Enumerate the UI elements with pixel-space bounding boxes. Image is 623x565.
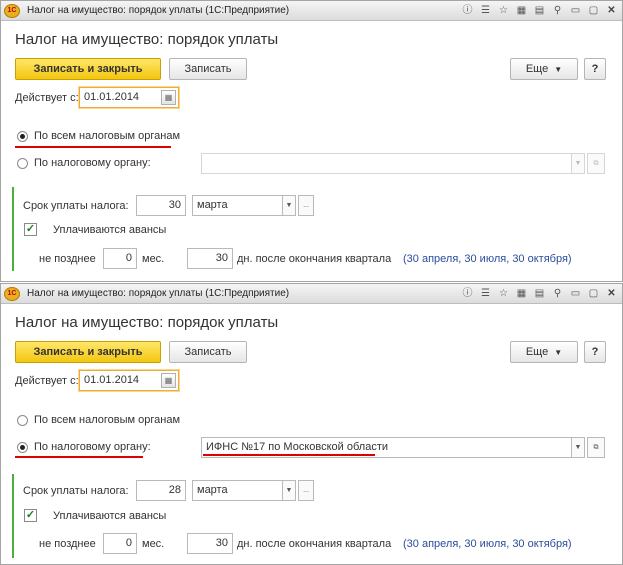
close-icon[interactable]: ✕ — [604, 3, 619, 18]
help-button[interactable]: ? — [584, 58, 606, 80]
radio-one-label: По налоговому органу: — [34, 157, 151, 169]
maximize-icon[interactable]: ▢ — [586, 286, 601, 301]
valid-from-label: Действует с: — [15, 92, 79, 104]
calendar-icon[interactable]: ▤ — [532, 3, 547, 18]
help-button[interactable]: ? — [584, 341, 606, 363]
group-bar — [12, 474, 14, 558]
group-bar — [12, 187, 14, 271]
more-button[interactable]: Еще ▼ — [510, 341, 578, 363]
open-icon[interactable]: ⧉ — [587, 153, 605, 174]
radio-all-label: По всем налоговым органам — [34, 414, 181, 426]
highlight-underline — [15, 146, 171, 148]
save-button[interactable]: Записать — [169, 341, 247, 363]
form-window-2: 1С Налог на имущество: порядок уплаты (1… — [0, 283, 623, 565]
radio-all-tax-authorities[interactable] — [17, 131, 28, 142]
not-later-label: не позднее — [39, 253, 96, 265]
save-and-close-button[interactable]: Записать и закрыть — [15, 58, 161, 80]
days-field[interactable]: 30 — [187, 248, 233, 269]
save-button[interactable]: Записать — [169, 58, 247, 80]
minimize-icon[interactable]: ▭ — [568, 286, 583, 301]
calc-icon[interactable]: ▦ — [514, 286, 529, 301]
months-label: мес. — [142, 253, 165, 265]
list-icon[interactable]: ☰ — [478, 286, 493, 301]
minimize-icon[interactable]: ▭ — [568, 3, 583, 18]
advances-checkbox[interactable]: ✓ — [24, 223, 37, 236]
window-titlebar: 1С Налог на имущество: порядок уплаты (1… — [1, 284, 622, 304]
months-field[interactable]: 0 — [103, 533, 137, 554]
valid-from-label: Действует с: — [15, 375, 79, 387]
due-day-field[interactable]: 28 — [136, 480, 186, 501]
valid-from-field[interactable]: 01.01.2014 ▦ — [79, 87, 179, 108]
due-label: Срок уплаты налога: — [23, 485, 129, 497]
payment-schedule-link[interactable]: (30 апреля, 30 июля, 30 октября) — [403, 538, 572, 550]
radio-one-tax-authority[interactable] — [17, 158, 28, 169]
window-titlebar: 1С Налог на имущество: порядок уплаты (1… — [1, 1, 622, 21]
more-label: Еще — [525, 63, 549, 75]
highlight-underline — [203, 454, 375, 456]
payment-schedule-link[interactable]: (30 апреля, 30 июля, 30 октября) — [403, 253, 572, 265]
advances-label: Уплачиваются авансы — [53, 510, 167, 522]
star-icon[interactable]: ☆ — [496, 3, 511, 18]
due-label: Срок уплаты налога: — [23, 200, 129, 212]
calc-icon[interactable]: ▦ — [514, 3, 529, 18]
due-day-field[interactable]: 30 — [136, 195, 186, 216]
window-title: Налог на имущество: порядок уплаты (1С:П… — [27, 5, 290, 16]
app-logo: 1С — [4, 287, 20, 301]
info-icon[interactable]: ⓘ — [460, 3, 475, 18]
zoom-icon[interactable]: ⚲ — [550, 286, 565, 301]
calendar-icon[interactable]: ▦ — [161, 373, 176, 388]
calendar-icon[interactable]: ▦ — [161, 90, 176, 105]
info-icon[interactable]: ⓘ — [460, 286, 475, 301]
zoom-icon[interactable]: ⚲ — [550, 3, 565, 18]
valid-from-value: 01.01.2014 — [84, 374, 140, 386]
close-icon[interactable]: ✕ — [604, 286, 619, 301]
more-label: Еще — [525, 346, 549, 358]
due-month-dropdown[interactable]: ▼ — [282, 480, 296, 501]
tax-authority-dropdown[interactable]: ▼ — [571, 437, 585, 458]
app-logo: 1С — [4, 4, 20, 18]
radio-one-tax-authority[interactable] — [17, 442, 28, 453]
save-and-close-button[interactable]: Записать и закрыть — [15, 341, 161, 363]
form-window-1: 1С Налог на имущество: порядок уплаты (1… — [0, 0, 623, 282]
calendar-icon[interactable]: ▤ — [532, 286, 547, 301]
chevron-down-icon: ▼ — [554, 65, 563, 74]
more-button[interactable]: Еще ▼ — [510, 58, 578, 80]
advances-checkbox[interactable]: ✓ — [24, 509, 37, 522]
tax-authority-field[interactable] — [201, 153, 583, 174]
due-month-field[interactable]: марта — [192, 480, 284, 501]
form-title: Налог на имущество: порядок уплаты — [15, 31, 279, 48]
advances-label: Уплачиваются авансы — [53, 224, 167, 236]
days-label: дн. после окончания квартала — [237, 253, 392, 265]
due-month-field[interactable]: марта — [192, 195, 284, 216]
due-month-select-button[interactable]: ... — [298, 480, 314, 501]
valid-from-field[interactable]: 01.01.2014 ▦ — [79, 370, 179, 391]
valid-from-value: 01.01.2014 — [84, 91, 140, 103]
form-title: Налог на имущество: порядок уплаты — [15, 314, 279, 331]
days-label: дн. после окончания квартала — [237, 538, 392, 550]
tax-authority-dropdown[interactable]: ▼ — [571, 153, 585, 174]
days-field[interactable]: 30 — [187, 533, 233, 554]
chevron-down-icon: ▼ — [554, 348, 563, 357]
months-label: мес. — [142, 538, 165, 550]
window-title: Налог на имущество: порядок уплаты (1С:П… — [27, 288, 290, 299]
radio-all-tax-authorities[interactable] — [17, 415, 28, 426]
due-month-select-button[interactable]: ... — [298, 195, 314, 216]
maximize-icon[interactable]: ▢ — [586, 3, 601, 18]
star-icon[interactable]: ☆ — [496, 286, 511, 301]
radio-one-label: По налоговому органу: — [34, 441, 151, 453]
highlight-underline — [15, 456, 143, 458]
open-icon[interactable]: ⧉ — [587, 437, 605, 458]
due-month-dropdown[interactable]: ▼ — [282, 195, 296, 216]
months-field[interactable]: 0 — [103, 248, 137, 269]
list-icon[interactable]: ☰ — [478, 3, 493, 18]
not-later-label: не позднее — [39, 538, 96, 550]
radio-all-label: По всем налоговым органам — [34, 130, 181, 142]
